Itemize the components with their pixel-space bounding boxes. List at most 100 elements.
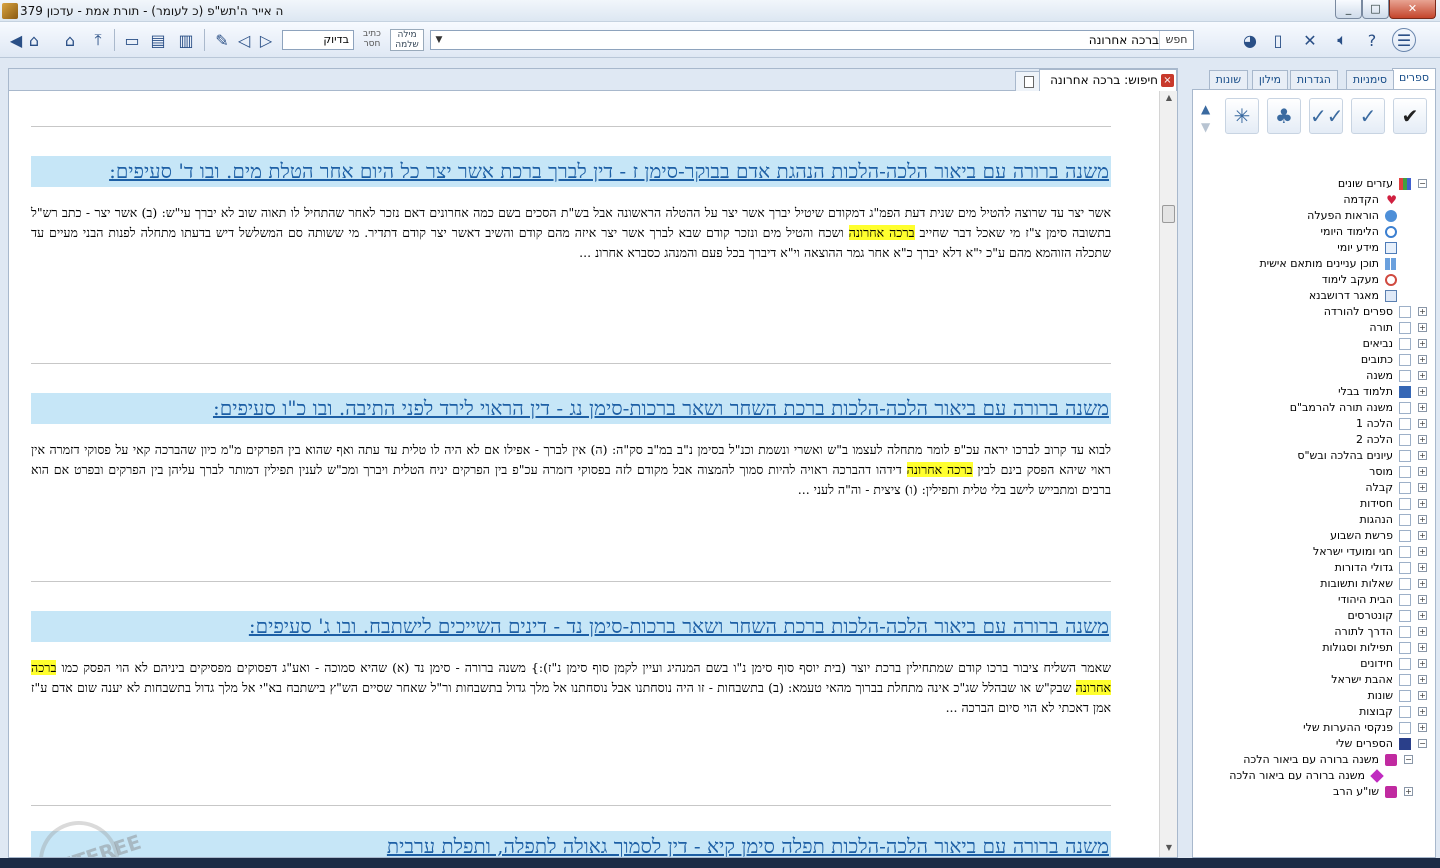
tree-item[interactable]: + חסידות [1193,496,1437,512]
whole-word-option[interactable]: מילה שלמה [390,29,424,51]
tree-item[interactable]: + הדרך לתורה [1193,624,1437,640]
tree-icon[interactable]: ♣ [1267,98,1301,134]
tab-dictionary[interactable]: מילון [1251,70,1288,90]
sort-up-icon[interactable]: ▲ [1201,102,1210,116]
expand-icon[interactable]: + [1418,323,1427,332]
partial-check-icon[interactable]: ✔ [1393,98,1427,134]
tree-item[interactable]: + קונטרסים [1193,608,1437,624]
double-check-icon[interactable]: ✓✓ [1309,98,1344,134]
new-tab-button[interactable] [1015,71,1041,91]
collapse-icon[interactable]: − [1404,755,1413,764]
tree-item[interactable]: + נביאים [1193,336,1437,352]
tree-item[interactable]: + חגי ומועדי ישראל [1193,544,1437,560]
tab-misc[interactable]: שונות [1208,70,1248,90]
sunburst-icon[interactable]: ✳ [1225,98,1259,134]
home-forward-icon[interactable]: ⌂ [58,28,82,52]
match-mode-field[interactable]: בדיוק [282,30,354,50]
tree-item[interactable]: + גדולי הדורות [1193,560,1437,576]
tree-item[interactable]: + אהבת ישראל [1193,672,1437,688]
prev-result-icon[interactable]: ◁ [232,28,256,52]
expand-icon[interactable]: + [1418,595,1427,604]
tree-item[interactable]: מעקב לימוד [1193,272,1437,288]
expand-icon[interactable]: + [1418,691,1427,700]
tree-item[interactable]: + קבלה [1193,480,1437,496]
expand-icon[interactable]: + [1418,643,1427,652]
tab-books[interactable]: ספרים [1392,68,1436,90]
tree-item[interactable]: + תורה [1193,320,1437,336]
result-title[interactable]: משנה ברורה עם ביאור הלכה-הלכות ברכת השחר… [31,611,1111,642]
expand-icon[interactable]: + [1418,547,1427,556]
split-pane-icon[interactable]: ▤ [146,28,170,52]
tree-item[interactable]: + קבוצות [1193,704,1437,720]
single-pane-icon[interactable]: ▭ [120,28,144,52]
expand-icon[interactable]: + [1418,435,1427,444]
search-input[interactable] [449,32,1159,48]
expand-icon[interactable]: + [1418,499,1427,508]
expand-icon[interactable]: + [1418,563,1427,572]
tree-item[interactable]: תוכן עניינים מותאם אישית [1193,256,1437,272]
search-button[interactable]: חפש [1159,31,1193,49]
tree-item[interactable]: + פנקסי ההערות שלי [1193,720,1437,736]
tree-item[interactable]: מאגר דרושבנא [1193,288,1437,304]
result-title[interactable]: משנה ברורה עם ביאור הלכה-הלכות הנהגת אדם… [31,156,1111,187]
sort-down-icon[interactable]: ▼ [1201,120,1210,134]
expand-icon[interactable]: + [1418,707,1427,716]
tree-item[interactable]: הלימוד היומי [1193,224,1437,240]
tree-item[interactable]: הוראות הפעלה [1193,208,1437,224]
close-window-button[interactable]: ✕ [1389,0,1436,19]
expand-icon[interactable]: + [1418,659,1427,668]
check-icon[interactable]: ✓ [1351,98,1385,134]
tree-item[interactable]: + הנהגות [1193,512,1437,528]
tree-item[interactable]: + הלכה 1 [1193,416,1437,432]
menu-icon[interactable]: ☰ [1392,28,1416,52]
expand-icon[interactable]: + [1418,723,1427,732]
expand-icon[interactable]: + [1418,307,1427,316]
collapse-icon[interactable]: − [1418,179,1427,188]
result-title[interactable]: משנה ברורה עם ביאור הלכה-הלכות ברכת השחר… [31,393,1111,424]
tree-item[interactable]: + כתובים [1193,352,1437,368]
tab-bookmarks[interactable]: סימניות [1345,70,1394,90]
tree-item[interactable]: + שאלות ותשובות [1193,576,1437,592]
chevron-down-icon[interactable]: ▼ [431,31,447,49]
minimize-button[interactable]: _ [1335,0,1362,19]
expand-icon[interactable]: + [1418,403,1427,412]
expand-icon[interactable]: + [1418,467,1427,476]
tab-settings[interactable]: הגדרות [1289,70,1338,90]
expand-icon[interactable]: + [1418,371,1427,380]
expand-icon[interactable]: + [1418,579,1427,588]
tree-item[interactable]: + שו"ע הרב [1193,784,1437,800]
tree-item[interactable]: + הלכה 2 [1193,432,1437,448]
tree-item[interactable]: + משנה [1193,368,1437,384]
scroll-thumb[interactable] [1162,205,1175,223]
expand-icon[interactable]: + [1418,627,1427,636]
speaker-icon[interactable]: 🔈︎ [1330,28,1354,52]
tree-item[interactable]: − הספרים שלי [1193,736,1437,752]
expand-icon[interactable]: + [1418,675,1427,684]
tools-icon[interactable]: ✕ [1298,28,1322,52]
tree-item[interactable]: + משנה תורה להרמב"ם [1193,400,1437,416]
tree-item[interactable]: + עיונים בהלכה ובש"ס [1193,448,1437,464]
scroll-down-icon[interactable]: ▼ [1163,843,1175,855]
maximize-button[interactable]: □ [1362,0,1389,19]
expand-icon[interactable]: + [1418,611,1427,620]
expand-icon[interactable]: + [1418,387,1427,396]
expand-icon[interactable]: + [1418,515,1427,524]
top-icon[interactable]: ⤒ [86,28,110,52]
expand-icon[interactable]: + [1418,483,1427,492]
tree-item[interactable]: + פרשת השבוע [1193,528,1437,544]
page-icon[interactable]: ▯ [1266,28,1290,52]
tab-search-results[interactable]: חיפוש: ברכה אחרונה × [1039,69,1177,91]
expand-icon[interactable]: + [1418,531,1427,540]
tree-item[interactable]: + חידונים [1193,656,1437,672]
tree-item[interactable]: + הבית היהודי [1193,592,1437,608]
tree-item[interactable]: + מוסר [1193,464,1437,480]
vertical-scrollbar[interactable]: ▲ ▼ [1159,91,1177,857]
tree-item[interactable]: + תפילות וסגולות [1193,640,1437,656]
expand-icon[interactable]: + [1418,355,1427,364]
tree-item[interactable]: ♥ הקדמה [1193,192,1437,208]
tree-item[interactable]: + ספרים להורדה [1193,304,1437,320]
help-icon[interactable]: ? [1360,28,1384,52]
color-wheel-icon[interactable]: ◕ [1238,28,1262,52]
tree-item[interactable]: משנה ברורה עם ביאור הלכה [1193,768,1437,784]
tree-item[interactable]: − עזרים שונים [1193,176,1437,192]
